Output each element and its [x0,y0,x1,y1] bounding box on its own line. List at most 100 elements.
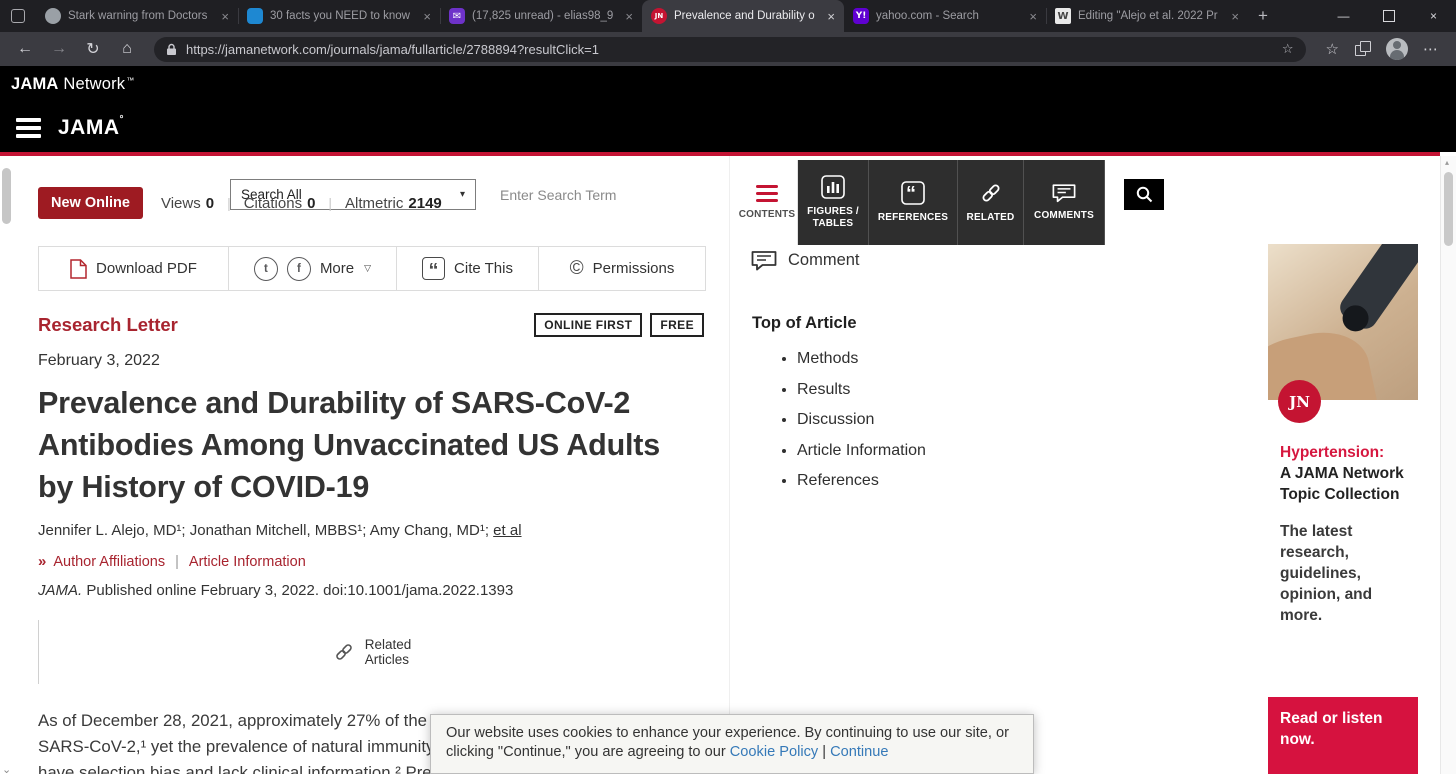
scroll-up-icon[interactable]: ▴ [1445,158,1449,167]
comment-label: Comment [788,251,860,269]
sign-in-caret-icon: ▽ [1433,188,1440,199]
browser-tab-active-jama[interactable]: JN Prevalence and Durability o × [642,0,844,32]
search-button[interactable] [1124,179,1164,210]
contents-icon [756,184,778,202]
ad-description: The latest research, guidelines, opinion… [1280,523,1373,624]
mail-favicon: ✉ [449,8,465,24]
cookie-continue-link[interactable]: Continue [830,744,888,760]
pdf-icon [70,258,87,279]
jama-journal-logo[interactable]: JAMA ° [58,104,124,152]
tab-references[interactable]: “ REFERENCES [869,160,958,245]
altmetric-metric[interactable]: Altmetric 2149 [345,195,442,212]
minimize-button[interactable]: — [1321,0,1366,32]
outline-item-references[interactable]: References [797,472,926,490]
views-metric[interactable]: Views 0 [161,195,214,212]
settings-menu-icon[interactable]: ⋯ [1423,40,1438,58]
tab-close-icon[interactable]: × [423,9,431,24]
article-flags: ONLINE FIRST FREE [534,313,704,337]
article-information-link[interactable]: Article Information [189,554,306,570]
author-links-row: » Author Affiliations | Article Informat… [38,553,306,570]
ad-topic-title: Hypertension: [1280,444,1385,461]
tab-contents[interactable]: CONTENTS [737,160,798,245]
page-scrollbar[interactable]: ▴ [1440,156,1456,774]
hamburger-icon [15,118,41,122]
share-more-button[interactable]: t f More ▽ [229,247,397,290]
trademark: ™ [126,75,135,85]
tab-close-icon[interactable]: × [1029,9,1037,24]
author-list: Jennifer L. Alejo, MD¹; Jonathan Mitchel… [38,522,522,539]
download-pdf-button[interactable]: Download PDF [39,247,229,290]
ad-cta-button[interactable]: Read or listen now. [1268,697,1418,774]
back-button[interactable]: ← [10,35,40,63]
yahoo-favicon: Y! [853,8,869,24]
tab-close-icon[interactable]: × [221,9,229,24]
browser-tab-6[interactable]: W Editing "Alejo et al. 2022 Pr × [1046,0,1248,32]
home-button[interactable]: ⌂ [112,35,142,63]
jama-site-header: JAMA Network™ JAMA° Search All ▾ Sign In… [0,66,1456,210]
scrollbar-thumb[interactable] [1444,172,1453,246]
tab-close-icon[interactable]: × [625,9,633,24]
profile-avatar[interactable] [1386,38,1408,60]
citations-metric[interactable]: Citations 0 [244,195,316,212]
related-articles-link[interactable]: Related Articles [38,620,705,684]
scroll-down-icon[interactable]: ⌄ [2,763,11,774]
outline-item-methods[interactable]: Methods [797,350,926,368]
jama-network-logo[interactable]: JAMA Network™ [11,75,134,94]
browser-tab-2[interactable]: 30 facts you NEED to know × [238,0,440,32]
browser-nav-bar: ← → ↻ ⌂ https://jamanetwork.com/journals… [0,32,1456,66]
maximize-icon [1382,10,1395,22]
maximize-button[interactable] [1366,0,1411,32]
ad-copy: Hypertension: A JAMA Network Topic Colle… [1280,442,1408,626]
toolbar-right: ☆ ⋯ [1318,38,1446,60]
globe-favicon [45,8,61,24]
hamburger-menu-button[interactable] [0,104,56,152]
tab-comments[interactable]: COMMENTS [1024,160,1105,245]
outline-item-article-information[interactable]: Article Information [797,442,926,460]
tab-title: 30 facts you NEED to know [270,10,410,22]
tab-actions-button[interactable] [0,0,36,32]
twitter-icon[interactable]: t [253,256,278,281]
chart-icon [821,175,845,199]
device-illustration [1335,244,1418,334]
browser-tab-1[interactable]: Stark warning from Doctors × [36,0,238,32]
add-favorite-icon[interactable]: ☆ [1282,41,1294,57]
scrollbar-thumb[interactable] [2,168,11,224]
article-scrollbar[interactable]: ⌄ [0,158,14,774]
refresh-button[interactable]: ↻ [78,35,108,63]
cite-this-button[interactable]: “ Cite This [397,247,539,290]
brand-bold: JAMA [11,75,59,93]
tab-title: Editing "Alejo et al. 2022 Pr [1078,10,1218,22]
article-type-link[interactable]: Research Letter [38,314,178,336]
comment-button[interactable]: Comment [751,250,860,271]
facebook-icon[interactable]: f [286,256,311,281]
favorites-icon[interactable]: ☆ [1326,40,1339,58]
cookie-policy-link[interactable]: Cookie Policy [730,744,818,760]
related-link-icon [979,181,1003,205]
author-affiliations-link[interactable]: Author Affiliations [53,554,165,570]
sign-in-button[interactable]: Sign In ▽ [1346,170,1440,218]
forward-button[interactable]: → [44,35,74,63]
tab-related[interactable]: RELATED [958,160,1024,245]
article-status-row: New Online Views 0 | Citations 0 | Altmetr… [38,187,442,219]
new-tab-button[interactable]: + [1248,6,1278,26]
new-online-badge: New Online [38,187,143,219]
lock-icon [167,43,176,55]
quote-icon: “ [422,257,446,280]
comment-bubble-icon [751,251,777,271]
person-icon [1346,183,1369,205]
article-main-column: New Online Views 0 | Citations 0 | Altmetr… [38,156,706,774]
browser-tab-3[interactable]: ✉ (17,825 unread) - elias98_9 × [440,0,642,32]
collections-icon[interactable] [1354,41,1371,57]
tab-close-icon[interactable]: × [1231,9,1239,24]
sidebar-ad[interactable]: JN Hypertension: A JAMA Network Topic Co… [1268,244,1418,774]
et-al-link[interactable]: et al [493,522,521,539]
outline-item-discussion[interactable]: Discussion [797,411,926,429]
browser-tab-5[interactable]: Y! yahoo.com - Search × [844,0,1046,32]
address-bar[interactable]: https://jamanetwork.com/journals/jama/fu… [154,36,1306,62]
outline-item-results[interactable]: Results [797,381,926,399]
permissions-button[interactable]: © Permissions [539,247,705,290]
journal-mark: ° [119,114,125,125]
tab-figures-tables[interactable]: FIGURES / TABLES [798,160,869,245]
close-window-button[interactable]: × [1411,0,1456,32]
tab-close-icon[interactable]: × [827,9,835,24]
